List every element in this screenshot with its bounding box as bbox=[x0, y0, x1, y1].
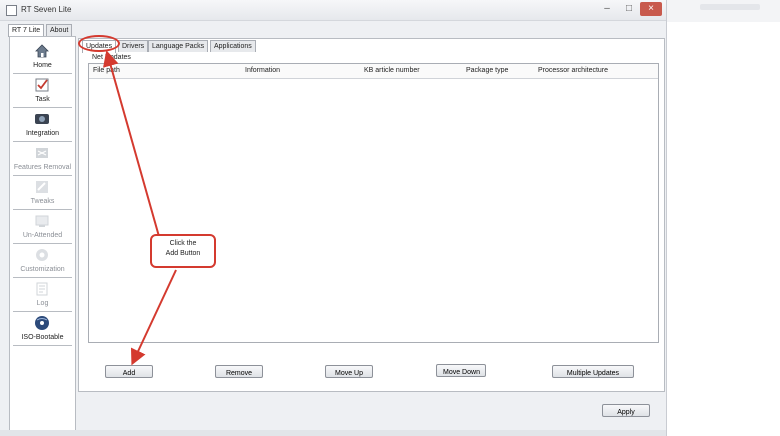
arrow-to-add-button bbox=[130, 269, 177, 366]
callout-line-2: Add Button bbox=[165, 250, 201, 257]
callout-line-1: Click the bbox=[169, 240, 197, 247]
arrow-to-updates-tab bbox=[103, 50, 161, 241]
annotation-callout: Click the Add Button bbox=[150, 234, 216, 268]
annotation-arrows bbox=[103, 50, 177, 366]
